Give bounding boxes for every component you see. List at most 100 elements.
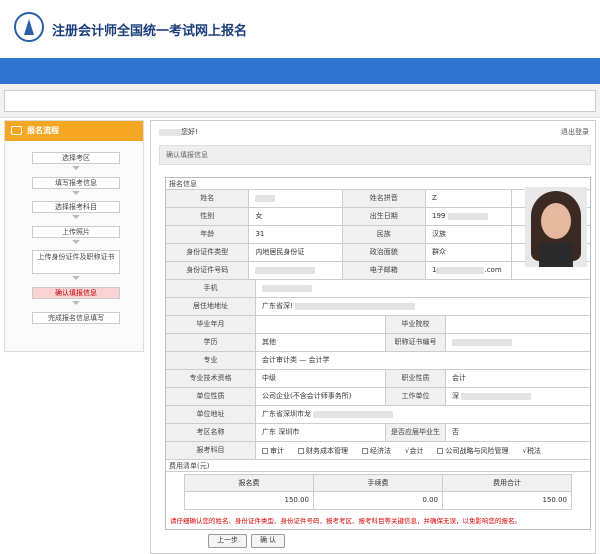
email-value: 1 .com (426, 262, 512, 279)
checkbox-icon[interactable] (437, 447, 444, 454)
fee-header: 报名费 (185, 475, 314, 491)
cicpa-logo-icon (14, 12, 44, 42)
step-arrow (72, 301, 80, 305)
notice-text: 请仔细确认您的姓名、身份证件类型、身份证件号码、报考考区、报考科目等关键信息，并… (170, 517, 521, 525)
subject-option[interactable]: √会计 (405, 446, 423, 456)
major-value: 会计审计类 — 会计学 (262, 356, 330, 364)
school-label: 毕业院校 (386, 316, 446, 333)
fee-header: 手续费 (314, 475, 443, 491)
subject-option[interactable]: 审计 (262, 446, 284, 456)
cert-label: 职称证书编号 (386, 334, 446, 351)
gender-value: 女 (249, 208, 343, 225)
subject-name: 审计 (270, 446, 284, 455)
exam-area-value: 广东 深圳市 (256, 424, 386, 441)
form-row: 单位地址 广东省深圳市龙 (166, 406, 590, 424)
form-row: 居住地地址 广东省深! (166, 298, 590, 316)
unit-type-label: 单位性质 (166, 388, 256, 405)
edu-value: 其他 (256, 334, 386, 351)
name-value (249, 190, 343, 207)
idtype-value: 内地居民身份证 (249, 244, 343, 261)
process-icon (11, 126, 22, 135)
nav-bar (0, 58, 600, 84)
fee-value: 150.00 (185, 492, 314, 509)
step-select-area: 选择考区 (32, 152, 120, 164)
birth-value: 199 (426, 208, 512, 225)
step-confirm: 确认填报信息 (32, 287, 120, 299)
checkbox-icon[interactable] (362, 447, 368, 454)
school-value (446, 316, 590, 333)
form-row: 学历 其他 职称证书编号 (166, 334, 590, 352)
fee-table: 报名费 手续费 费用合计 150.00 0.00 150.00 (184, 474, 572, 510)
work-unit-value: 深 (446, 388, 590, 405)
form-row: 考区名称 广东 深圳市 是否应届毕业生 否 (166, 424, 590, 442)
confirm-button[interactable]: 确 认 (251, 534, 285, 548)
job-label: 职业性质 (386, 370, 446, 387)
checkbox-icon[interactable] (298, 447, 304, 454)
work-unit-label: 工作单位 (386, 388, 446, 405)
step-select-subject: 选择报考科目 (32, 201, 120, 213)
ethnic-label: 民族 (342, 226, 427, 243)
step-upload-photo: 上传照片 (32, 226, 120, 238)
step-arrow (72, 240, 80, 244)
logout-link[interactable]: 退出登录 (561, 127, 589, 137)
subjects-row: 报考科目 审计 财务成本管理 经济法 √会计 公司战略与风险管理 √税法 (166, 442, 590, 460)
subject-option[interactable]: 公司战略与风险管理 (437, 446, 508, 456)
user-name-blur (159, 128, 181, 136)
subject-name: 经济法 (370, 446, 391, 455)
edu-label: 学历 (166, 334, 256, 351)
address-label: 居住地地址 (166, 298, 256, 315)
subject-name: 公司战略与风险管理 (445, 446, 509, 455)
toolbar (0, 84, 600, 118)
fee-value: 150.00 (542, 496, 568, 504)
pinyin-value: Z (426, 190, 512, 207)
idno-value (249, 262, 343, 279)
fee-title: 费用清单(元) (166, 460, 590, 472)
pinyin-label: 姓名拼音 (342, 190, 427, 207)
step-fill-info: 填写报考信息 (32, 177, 120, 189)
action-buttons: 上一步 确 认 (208, 534, 285, 548)
political-value: 群众 (426, 244, 512, 261)
phone-label: 手机 (166, 280, 256, 297)
subject-name: 财务成本管理 (306, 446, 348, 455)
step-complete: 完成报名信息填写 (32, 312, 120, 324)
fee-value-row: 150.00 0.00 150.00 (185, 492, 571, 509)
title-label: 专业技术资格 (166, 370, 256, 387)
gender-label: 性别 (166, 208, 250, 225)
idtype-label: 身份证件类型 (166, 244, 250, 261)
phone-value (256, 280, 590, 297)
exam-area-label: 考区名称 (166, 424, 256, 441)
fee-header-row: 报名费 手续费 费用合计 (185, 475, 571, 492)
site-header: 注册会计师全国统一考试网上报名 (0, 0, 600, 58)
subject-option[interactable]: 财务成本管理 (298, 446, 348, 456)
greeting: 您好! (159, 127, 198, 137)
age-label: 年龄 (166, 226, 250, 243)
email-label: 电子邮箱 (342, 262, 427, 279)
job-value: 会计 (452, 374, 466, 382)
applicant-photo (525, 187, 587, 267)
form-row: 毕业年月 毕业院校 (166, 316, 590, 334)
process-sidebar: 报名流程 选择考区 填写报考信息 选择报考科目 上传照片 上传身份证件及职称证书… (4, 120, 144, 352)
title-value: 中级 (256, 370, 386, 387)
subject-option[interactable]: √税法 (522, 446, 540, 456)
subjects-options: 审计 财务成本管理 经济法 √会计 公司战略与风险管理 √税法 (256, 442, 590, 459)
form-row: 手机 (166, 280, 590, 298)
step-arrow (72, 276, 80, 280)
unit-addr-label: 单位地址 (166, 406, 256, 423)
fresh-grad-label: 是否应届毕业生 (386, 424, 446, 441)
address-value: 广东省深! (256, 298, 590, 315)
toolbar-box (4, 90, 596, 112)
subject-option[interactable]: 经济法 (362, 446, 391, 456)
checkbox-icon[interactable] (262, 447, 268, 454)
sidebar-title: 报名流程 (5, 121, 143, 141)
form-row: 专业技术资格 中级 职业性质 会计 (166, 370, 590, 388)
age-value: 31 (249, 226, 343, 243)
idno-label: 身份证件号码 (166, 262, 250, 279)
subject-name: 税法 (526, 446, 541, 455)
unit-type-value: 公司企业(不含会计师事务所) (256, 388, 386, 405)
form-row: 单位性质 公司企业(不含会计师事务所) 工作单位 深 (166, 388, 590, 406)
subject-name: 会计 (409, 446, 424, 455)
subjects-label: 报考科目 (166, 442, 256, 459)
prev-step-button[interactable]: 上一步 (208, 534, 247, 548)
major-label: 专业 (166, 352, 256, 369)
grad-label: 毕业年月 (166, 316, 256, 333)
